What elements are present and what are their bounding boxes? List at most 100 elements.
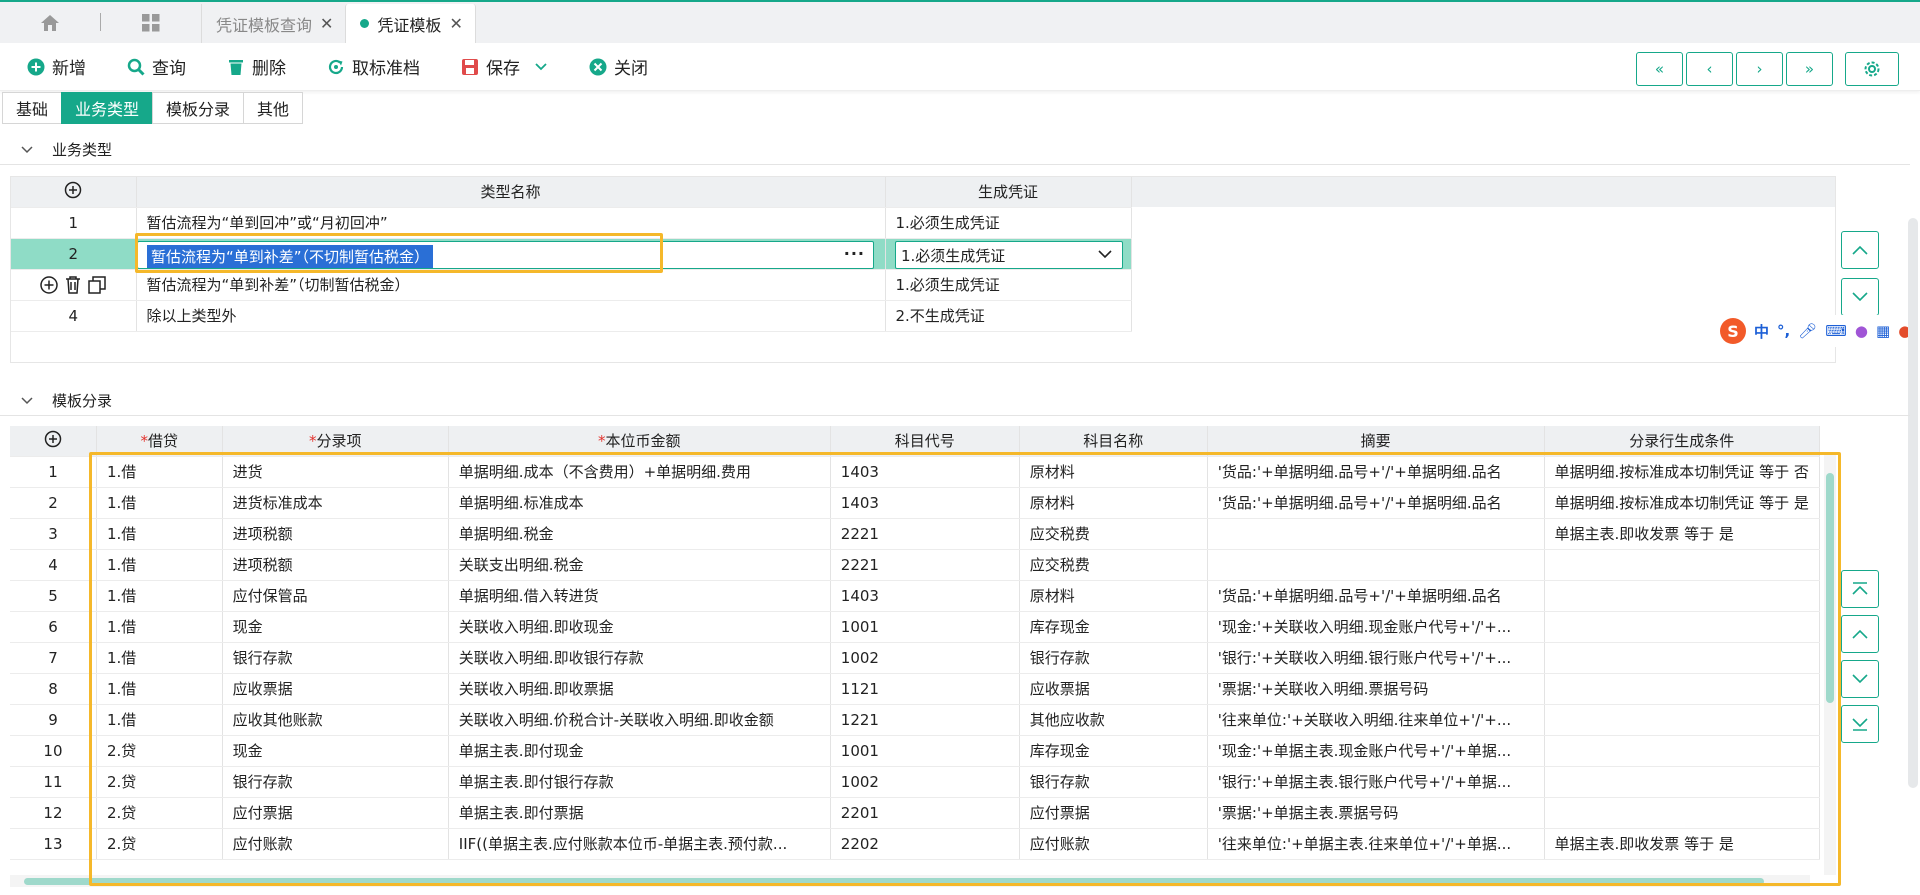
table-row[interactable]: 1 暂估流程为“单到回冲”或“月初回冲” 1.必须生成凭证 — [11, 207, 1132, 239]
condition-cell[interactable] — [1544, 797, 1820, 829]
skin-icon[interactable]: ● — [1855, 322, 1868, 340]
amount-cell[interactable]: 单据明细.税金 — [448, 518, 831, 550]
account-name-cell[interactable]: 原材料 — [1019, 487, 1208, 519]
summary-cell[interactable] — [1207, 518, 1545, 550]
summary-cell[interactable]: '现金:'+单据主表.现金账户代号+'/'+单据... — [1207, 735, 1545, 767]
account-name-cell[interactable]: 应收票据 — [1019, 673, 1208, 705]
entry-item-cell[interactable]: 现金 — [222, 735, 449, 767]
close-button[interactable]: 关闭 — [588, 54, 648, 79]
entry-item-cell[interactable]: 应收票据 — [222, 673, 449, 705]
type-name-cell[interactable]: 除以上类型外 — [136, 300, 886, 332]
entry-item-cell[interactable]: 银行存款 — [222, 642, 449, 674]
query-button[interactable]: 查询 — [126, 54, 186, 79]
account-name-cell[interactable]: 应付账款 — [1019, 828, 1208, 860]
settings-button[interactable] — [1845, 52, 1899, 86]
account-code-cell[interactable]: 1002 — [830, 766, 1020, 798]
add-row-header[interactable] — [10, 426, 97, 457]
table-row[interactable]: 3 1.借 进项税额 单据明细.税金 2221 应交税费 单据主表.即收发票 等于 是 — [10, 518, 1820, 550]
debit-credit-cell[interactable]: 1.借 — [96, 456, 223, 488]
summary-cell[interactable]: '货品:'+单据明细.品号+'/'+单据明细.品名 — [1207, 487, 1545, 519]
move-down-button[interactable] — [1841, 278, 1879, 316]
account-code-cell[interactable]: 1001 — [830, 611, 1020, 643]
delete-button[interactable]: 删除 — [226, 54, 286, 79]
column-header-generate-voucher[interactable]: 生成凭证 — [885, 177, 1132, 208]
copy-icon[interactable] — [87, 275, 107, 294]
account-code-cell[interactable]: 1121 — [830, 673, 1020, 705]
debit-credit-cell[interactable]: 2.贷 — [96, 797, 223, 829]
table-row[interactable]: 13 2.贷 应付账款 IIF((单据主表.应付账款本位币-单据主表.预付款... 22… — [10, 828, 1820, 860]
account-code-cell[interactable]: 1221 — [830, 704, 1020, 736]
column-header-summary[interactable]: 摘要 — [1207, 426, 1545, 457]
save-button[interactable]: 保存 — [460, 54, 548, 79]
summary-cell[interactable]: '票据:'+单据主表.票据号码 — [1207, 797, 1545, 829]
entry-item-cell[interactable]: 现金 — [222, 611, 449, 643]
scrollbar-thumb[interactable] — [1826, 473, 1834, 703]
condition-cell[interactable]: 单据明细.按标准成本切制凭证 等于 否 — [1544, 456, 1820, 488]
generate-voucher-cell[interactable]: 1.必须生成凭证 — [885, 269, 1132, 301]
table-row[interactable]: 6 1.借 现金 关联收入明细.即收现金 1001 库存现金 '现金:'+关联收入明细.现金… — [10, 611, 1820, 643]
account-name-cell[interactable]: 库存现金 — [1019, 611, 1208, 643]
amount-cell[interactable]: 单据主表.即付银行存款 — [448, 766, 831, 798]
move-bottom-button[interactable] — [1841, 705, 1879, 743]
tab-voucher-template-query[interactable]: 凭证模板查询 ✕ — [201, 4, 345, 43]
table-row[interactable]: 4 1.借 进项税额 关联支出明细.税金 2221 应交税费 — [10, 549, 1820, 581]
add-row-header[interactable] — [11, 177, 137, 208]
entry-item-cell[interactable]: 进货标准成本 — [222, 487, 449, 519]
apps-grid-icon[interactable] — [101, 2, 201, 43]
table-row[interactable]: 9 1.借 应收其他账款 关联收入明细.价税合计-关联收入明细.即收金额 1221 其他应… — [10, 704, 1820, 736]
subtab-template-entries[interactable]: 模板分录 — [152, 92, 245, 124]
subtab-business-type[interactable]: 业务类型 — [61, 92, 154, 124]
table-row[interactable]: 暂估流程为“单到补差”（切制暂估税金） 1.必须生成凭证 — [11, 269, 1132, 301]
debit-credit-cell[interactable]: 1.借 — [96, 673, 223, 705]
entry-item-cell[interactable]: 应付保管品 — [222, 580, 449, 612]
entry-item-cell[interactable]: 应付票据 — [222, 797, 449, 829]
summary-cell[interactable]: '往来单位:'+单据主表.往来单位+'/'+单据... — [1207, 828, 1545, 860]
debit-credit-cell[interactable]: 1.借 — [96, 642, 223, 674]
page-scrollbar[interactable] — [1908, 218, 1918, 788]
account-name-cell[interactable]: 应付票据 — [1019, 797, 1208, 829]
subtab-basic[interactable]: 基础 — [2, 92, 63, 124]
new-button[interactable]: 新增 — [26, 54, 86, 79]
move-up-button[interactable] — [1841, 231, 1879, 269]
chevron-down-icon[interactable] — [534, 57, 548, 77]
debit-credit-cell[interactable]: 1.借 — [96, 704, 223, 736]
account-name-cell[interactable]: 银行存款 — [1019, 766, 1208, 798]
debit-credit-cell[interactable]: 1.借 — [96, 518, 223, 550]
account-name-cell[interactable]: 库存现金 — [1019, 735, 1208, 767]
home-icon[interactable] — [0, 2, 100, 43]
chevron-down-icon[interactable] — [20, 392, 36, 410]
condition-cell[interactable] — [1544, 549, 1820, 581]
summary-cell[interactable]: '票据:'+关联收入明细.票据号码 — [1207, 673, 1545, 705]
trash-icon[interactable] — [64, 275, 82, 294]
toolbox-icon[interactable]: ▦ — [1876, 322, 1890, 340]
first-record-button[interactable]: « — [1636, 52, 1683, 86]
table-row[interactable]: 12 2.贷 应付票据 单据主表.即付票据 2201 应付票据 '票据:'+单据主表.票据号… — [10, 797, 1820, 829]
subtab-other[interactable]: 其他 — [243, 92, 304, 124]
account-code-cell[interactable]: 2202 — [830, 828, 1020, 860]
summary-cell[interactable] — [1207, 549, 1545, 581]
ime-mode-label[interactable]: 中 — [1754, 321, 1769, 342]
condition-cell[interactable] — [1544, 580, 1820, 612]
scrollbar-thumb[interactable] — [24, 878, 1764, 885]
entry-item-cell[interactable]: 应收其他账款 — [222, 704, 449, 736]
column-header-entry-item[interactable]: *分录项 — [222, 426, 449, 457]
amount-cell[interactable]: 关联收入明细.即收银行存款 — [448, 642, 831, 674]
account-name-cell[interactable]: 应交税费 — [1019, 549, 1208, 581]
account-code-cell[interactable]: 2221 — [830, 518, 1020, 550]
entry-item-cell[interactable]: 应付账款 — [222, 828, 449, 860]
account-code-cell[interactable]: 1001 — [830, 735, 1020, 767]
chevron-down-icon[interactable] — [20, 141, 36, 159]
type-name-cell[interactable]: 暂估流程为“单到回冲”或“月初回冲” — [136, 207, 886, 239]
condition-cell[interactable] — [1544, 735, 1820, 767]
summary-cell[interactable]: '银行:'+单据主表.银行账户代号+'/'+单据... — [1207, 766, 1545, 798]
column-header-condition[interactable]: 分录行生成条件 — [1544, 426, 1820, 457]
condition-cell[interactable]: 单据主表.即收发票 等于 是 — [1544, 518, 1820, 550]
entry-item-cell[interactable]: 进货 — [222, 456, 449, 488]
account-code-cell[interactable]: 1002 — [830, 642, 1020, 674]
punctuation-icon[interactable]: °, — [1777, 322, 1790, 340]
condition-cell[interactable] — [1544, 611, 1820, 643]
account-code-cell[interactable]: 1403 — [830, 456, 1020, 488]
account-code-cell[interactable]: 1403 — [830, 580, 1020, 612]
account-name-cell[interactable]: 银行存款 — [1019, 642, 1208, 674]
summary-cell[interactable]: '往来单位:'+关联收入明细.往来单位+'/'+... — [1207, 704, 1545, 736]
